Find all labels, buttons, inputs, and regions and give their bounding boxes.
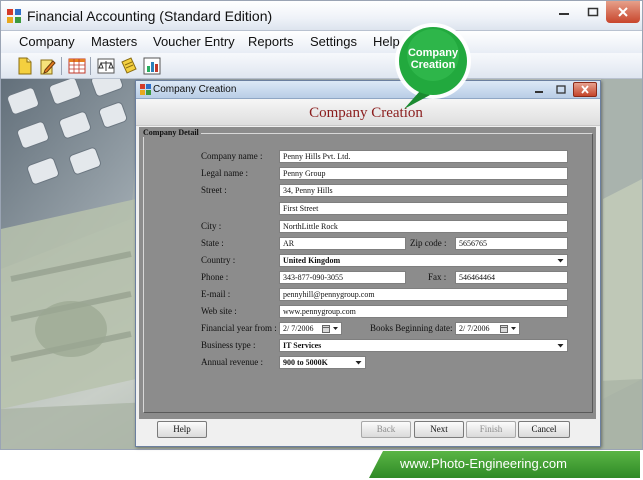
label-city: City : (201, 221, 222, 231)
maximize-icon (587, 7, 598, 17)
group-label: Company Detail (143, 128, 201, 137)
help-button[interactable]: Help (157, 421, 207, 438)
label-phone: Phone : (201, 272, 229, 282)
dialog-heading: Company Creation (309, 105, 423, 121)
legal-name-field[interactable]: Penny Group (279, 167, 568, 180)
business-type-value: IT Services (283, 341, 322, 350)
label-website: Web site : (201, 306, 237, 316)
phone-field[interactable]: 343-877-090-3055 (279, 271, 406, 284)
toolbar-balance-button[interactable] (96, 56, 116, 76)
menu-reports[interactable]: Reports (248, 34, 294, 49)
finish-button[interactable]: Finish (466, 421, 516, 438)
label-street: Street : (201, 185, 227, 195)
label-annual-revenue: Annual revenue : (201, 357, 263, 367)
label-company-name: Company name : (201, 151, 263, 161)
fax-field[interactable]: 546464464 (455, 271, 568, 284)
dialog-header: Company Creation (136, 99, 600, 126)
financial-year-date-picker[interactable]: 2/ 7/2006 (279, 322, 342, 335)
country-value: United Kingdom (283, 256, 341, 265)
title-bar[interactable]: Financial Accounting (Standard Edition) (1, 1, 642, 31)
cancel-button[interactable]: Cancel (518, 421, 570, 438)
minimize-icon (535, 91, 543, 93)
menu-masters[interactable]: Masters (91, 34, 137, 49)
financial-year-value: 2/ 7/2006 (283, 324, 314, 333)
maximize-icon (556, 85, 566, 94)
minimize-icon (559, 13, 569, 15)
maximize-button[interactable] (579, 1, 606, 23)
close-button[interactable] (606, 1, 640, 23)
calendar-icon (322, 325, 330, 333)
label-books-beginning-date: Books Beginning date: (370, 323, 453, 333)
menu-settings[interactable]: Settings (310, 34, 357, 49)
chevron-down-icon (355, 361, 362, 365)
dialog-title-bar[interactable]: Company Creation (136, 81, 600, 99)
dialog-title: Company Creation (153, 84, 237, 95)
toolbar-spreadsheet-button[interactable] (67, 56, 87, 76)
label-email: E-mail : (201, 289, 231, 299)
menu-bar: Company Masters Voucher Entry Reports Se… (1, 31, 642, 53)
dialog-app-icon (140, 84, 151, 95)
menu-voucher-entry[interactable]: Voucher Entry (153, 34, 235, 49)
calendar-icon (500, 325, 508, 333)
state-field[interactable]: AR (279, 237, 406, 250)
app-window: Financial Accounting (Standard Edition) … (0, 0, 643, 450)
chevron-down-icon (511, 327, 516, 330)
toolbar-open-button[interactable] (38, 56, 58, 76)
chevron-down-icon (557, 259, 564, 263)
website-field[interactable]: www.pennygroup.com (279, 305, 568, 318)
city-field[interactable]: NorthLittle Rock (279, 220, 568, 233)
app-logo-icon (7, 9, 21, 23)
edit-voucher-icon (121, 57, 137, 74)
toolbar-separator (61, 57, 62, 75)
close-icon (581, 85, 589, 94)
dialog-maximize-button[interactable] (550, 82, 572, 97)
open-company-icon (40, 59, 56, 75)
chevron-down-icon (333, 327, 338, 330)
label-country: Country : (201, 255, 236, 265)
company-detail-panel: Company Detail Company name : Penny Hill… (139, 127, 596, 419)
street-line2-field[interactable]: First Street (279, 202, 568, 215)
back-button[interactable]: Back (361, 421, 411, 438)
app-title: Financial Accounting (Standard Edition) (27, 8, 273, 24)
next-button[interactable]: Next (414, 421, 464, 438)
balance-scale-icon (97, 58, 115, 74)
spreadsheet-icon (68, 58, 86, 74)
chevron-down-icon (557, 344, 564, 348)
label-legal-name: Legal name : (201, 168, 248, 178)
callout-label: Company Creation (407, 47, 459, 71)
label-financial-year-from: Financial year from : (201, 323, 277, 333)
street-line1-field[interactable]: 34, Penny Hills (279, 184, 568, 197)
close-icon (618, 7, 628, 17)
dialog-close-button[interactable] (573, 82, 597, 97)
books-beginning-value: 2/ 7/2006 (459, 324, 490, 333)
country-select[interactable]: United Kingdom (279, 254, 568, 267)
menu-company[interactable]: Company (19, 34, 75, 49)
label-zip-code: Zip code : (410, 238, 447, 248)
dialog-footer: Help Back Next Finish Cancel (139, 419, 596, 445)
toolbar-separator (90, 57, 91, 75)
label-fax: Fax : (428, 272, 447, 282)
label-state: State : (201, 238, 224, 248)
email-field[interactable]: pennyhill@pennygroup.com (279, 288, 568, 301)
business-type-select[interactable]: IT Services (279, 339, 568, 352)
toolbar (1, 53, 642, 79)
zip-code-field[interactable]: 5656765 (455, 237, 568, 250)
label-business-type: Business type : (201, 340, 256, 350)
company-creation-dialog: Company Creation Company Creation Compan… (135, 80, 601, 447)
minimize-button[interactable] (549, 1, 579, 23)
annual-revenue-value: 900 to 5000K (283, 358, 328, 367)
annual-revenue-select[interactable]: 900 to 5000K (279, 356, 366, 369)
report-chart-icon (143, 57, 161, 75)
dialog-minimize-button[interactable] (528, 82, 550, 97)
website-banner: www.Photo-Engineering.com (400, 456, 567, 471)
toolbar-new-button[interactable] (15, 56, 35, 76)
toolbar-edit-voucher-button[interactable] (119, 56, 139, 76)
books-beginning-date-picker[interactable]: 2/ 7/2006 (455, 322, 520, 335)
toolbar-report-button[interactable] (142, 56, 162, 76)
company-name-field[interactable]: Penny Hills Pvt. Ltd. (279, 150, 568, 163)
new-company-icon (18, 57, 32, 75)
